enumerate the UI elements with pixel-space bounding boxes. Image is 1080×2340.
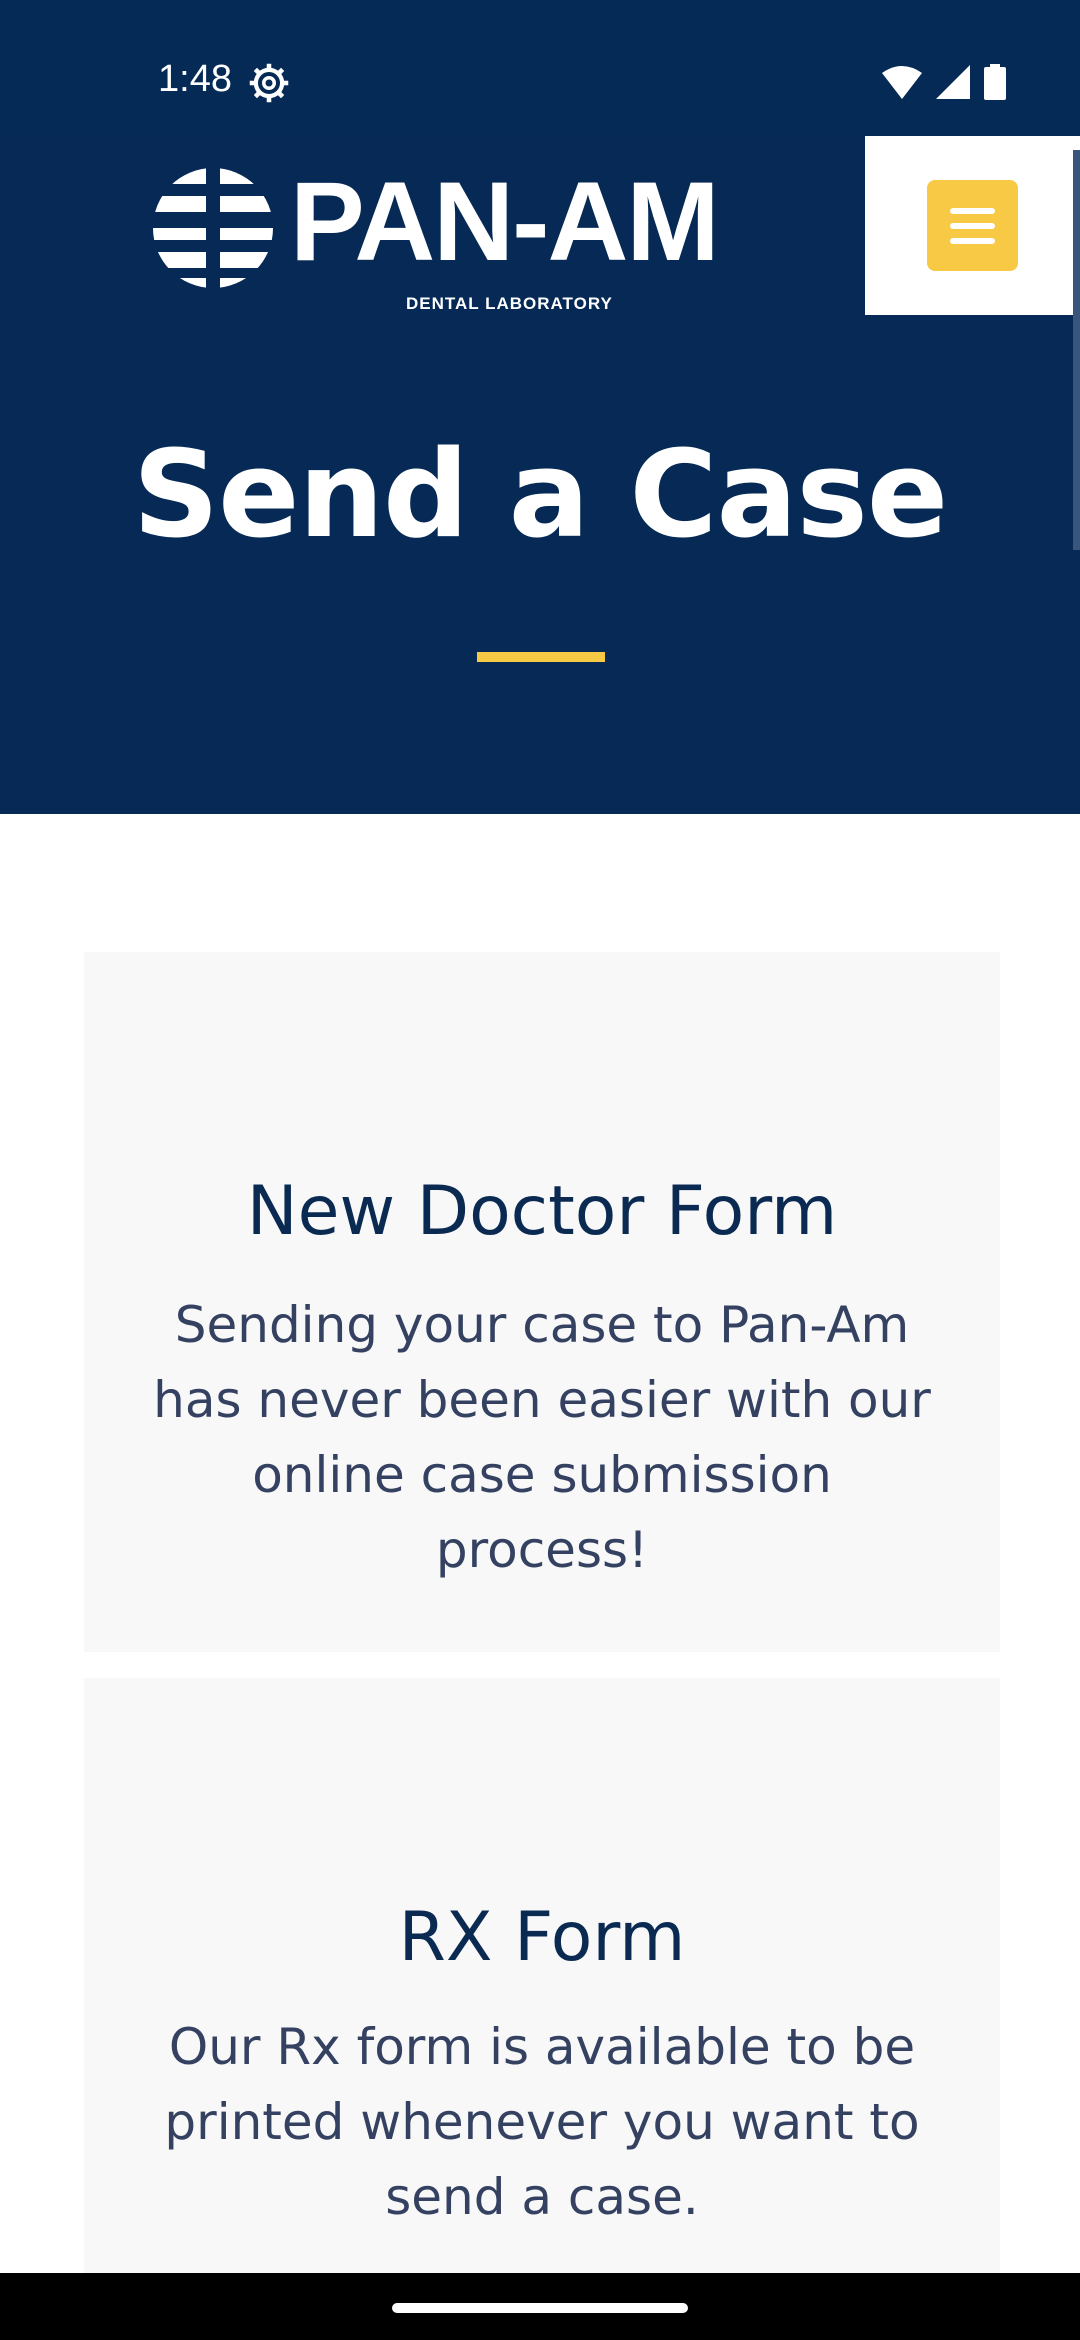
- pan-am-logo[interactable]: PAN-AM DENTAL LABORATORY: [150, 159, 720, 313]
- battery-icon: [984, 64, 1006, 100]
- logo-wordmark: PAN-AM: [290, 159, 720, 284]
- rx-form-card[interactable]: RX Form Our Rx form is available to be p…: [84, 1678, 1000, 2278]
- menu-container: [865, 136, 1080, 315]
- settings-gear-icon: [249, 63, 289, 103]
- hamburger-menu-icon[interactable]: [927, 180, 1018, 271]
- title-underline: [477, 652, 605, 662]
- menu-line: [950, 238, 995, 244]
- card-description: Our Rx form is available to be printed w…: [164, 2018, 920, 2226]
- new-doctor-form-card[interactable]: New Doctor Form Sending your case to Pan…: [84, 952, 1000, 1652]
- menu-line: [950, 223, 995, 229]
- scrollbar[interactable]: [1073, 150, 1080, 550]
- logo-subtitle: DENTAL LABORATORY: [406, 294, 613, 313]
- wifi-icon: [882, 66, 922, 99]
- home-gesture-handle[interactable]: [392, 2303, 688, 2313]
- card-description: Sending your case to Pan-Am has never be…: [153, 1296, 931, 1579]
- cell-signal-icon: [936, 65, 970, 99]
- status-time: 1:48: [158, 58, 232, 100]
- globe-logo-icon: [150, 166, 276, 290]
- status-bar: 1:48: [0, 0, 1080, 136]
- system-nav-bar: [0, 2273, 1080, 2340]
- status-icons: [882, 62, 1006, 102]
- card-title: RX Form: [398, 1898, 686, 1977]
- card-title: New Doctor Form: [246, 1172, 838, 1251]
- menu-line: [950, 208, 995, 214]
- hero-banner: Send a Case: [0, 316, 1080, 814]
- page-title: Send a Case: [132, 426, 949, 565]
